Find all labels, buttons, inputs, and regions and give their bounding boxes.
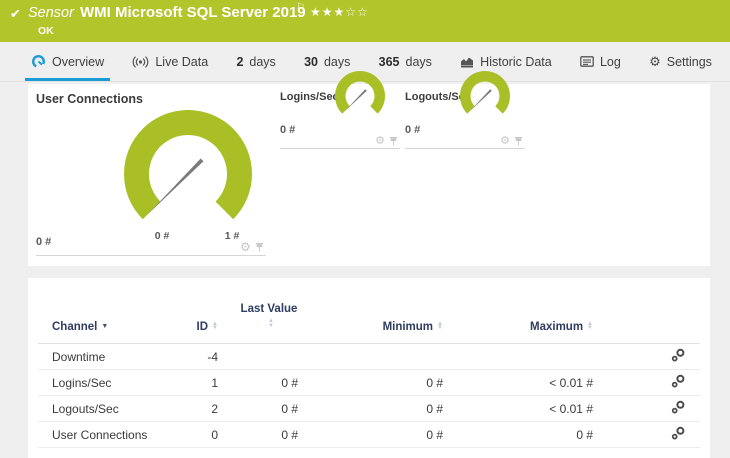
chart-icon bbox=[460, 56, 474, 68]
last-cell bbox=[218, 344, 298, 370]
min-cell: 0 # bbox=[426, 427, 443, 442]
status-ok-check-icon: ✔ bbox=[10, 6, 21, 21]
logins-gauge bbox=[335, 71, 385, 114]
logins-gauge-title: Logins/Sec bbox=[280, 91, 339, 103]
last-cell: 0 # bbox=[281, 375, 298, 390]
tab-label: days bbox=[249, 54, 276, 69]
tab-label: Overview bbox=[52, 54, 105, 69]
channel-cell: Logouts/Sec bbox=[52, 401, 119, 416]
channels-panel: Channel ▼ ID ▲ ▼ Last Value ▲ ▼ Minimum ▲ ▼ Max… bbox=[28, 278, 710, 458]
tab-number: 2 bbox=[236, 54, 244, 69]
main-gauge-value: 0 # bbox=[36, 236, 52, 248]
column-header-last-value[interactable]: Last Value ▲ ▼ bbox=[218, 278, 298, 344]
channel-settings-icon[interactable] bbox=[671, 348, 686, 366]
main-gauge-title: User Connections bbox=[36, 92, 143, 106]
gauge-divider bbox=[280, 148, 400, 149]
gauge-gear-icon[interactable]: ⚙ bbox=[240, 241, 251, 253]
stars-empty[interactable]: ☆☆ bbox=[345, 5, 369, 19]
tab-number: 30 bbox=[304, 54, 318, 69]
tab-live-data[interactable]: Live Data bbox=[126, 42, 214, 81]
gauge-icon bbox=[31, 54, 46, 69]
min-cell bbox=[298, 344, 443, 370]
tab-label: days bbox=[323, 54, 351, 69]
sort-icon: ▲ ▼ bbox=[212, 320, 218, 332]
logouts-gauge-block: Logouts/Sec 0 # ⚙ bbox=[405, 71, 525, 266]
sort-icon: ▲ ▼ bbox=[437, 320, 443, 332]
min-cell: 0 # bbox=[426, 401, 443, 416]
channel-cell: Logins/Sec bbox=[52, 375, 112, 390]
id-cell: 0 bbox=[211, 427, 218, 442]
tab-settings[interactable]: ⚙ Settings bbox=[643, 42, 718, 81]
last-cell: 0 # bbox=[281, 401, 298, 416]
tab-number: 365 bbox=[378, 54, 400, 69]
channel-settings-icon[interactable] bbox=[671, 374, 686, 392]
settings-gear-icon: ⚙ bbox=[649, 54, 661, 69]
channel-settings-icon[interactable] bbox=[671, 400, 686, 418]
gauge-pin-icon[interactable] bbox=[255, 242, 264, 253]
column-header-settings bbox=[593, 278, 700, 344]
tab-log[interactable]: Log bbox=[574, 42, 627, 81]
sort-icon: ▲ ▼ bbox=[587, 320, 593, 332]
gauge-gear-icon[interactable]: ⚙ bbox=[500, 136, 510, 147]
min-cell: 0 # bbox=[426, 375, 443, 390]
sensor-status-header: ✔ Sensor WMI Microsoft SQL Server 2019 ⚐… bbox=[0, 0, 730, 42]
tab-label: Log bbox=[599, 54, 621, 69]
flag-icon[interactable]: ⚐ bbox=[296, 2, 305, 13]
sensor-status-text: OK bbox=[38, 25, 54, 37]
table-row[interactable]: Logouts/Sec 2 0 # 0 # < 0.01 # bbox=[38, 396, 700, 422]
gauge-needle bbox=[344, 89, 367, 112]
tab-overview[interactable]: Overview bbox=[25, 42, 111, 81]
column-header-maximum[interactable]: Maximum ▲ ▼ bbox=[443, 278, 593, 344]
logouts-gauge-value: 0 # bbox=[405, 124, 421, 136]
channel-cell: User Connections bbox=[52, 427, 148, 442]
column-header-id[interactable]: ID ▲ ▼ bbox=[178, 278, 218, 344]
channel-settings-icon[interactable] bbox=[671, 426, 686, 444]
max-cell: < 0.01 # bbox=[549, 375, 593, 390]
sort-icon: ▲ ▼ bbox=[268, 318, 274, 329]
logouts-gauge bbox=[460, 71, 510, 114]
sensor-title: WMI Microsoft SQL Server 2019 bbox=[80, 4, 306, 21]
channel-cell: Downtime bbox=[52, 349, 106, 364]
sensor-kind-label: Sensor bbox=[28, 5, 74, 21]
channel-table: Channel ▼ ID ▲ ▼ Last Value ▲ ▼ Minimum ▲ ▼ Max… bbox=[38, 278, 700, 448]
sort-desc-icon: ▼ bbox=[101, 323, 109, 331]
logins-gauge-block: Logins/Sec 0 # ⚙ bbox=[280, 71, 400, 266]
user-connections-gauge bbox=[124, 110, 252, 220]
id-cell: 1 bbox=[211, 375, 218, 390]
id-cell: 2 bbox=[211, 401, 218, 416]
stars-filled[interactable]: ★★★ bbox=[310, 5, 345, 19]
max-cell: 0 # bbox=[576, 427, 593, 442]
log-icon bbox=[580, 56, 594, 67]
channel-table-body: Downtime -4 Logins/Sec 1 0 #0 # < 0.01 # Logou… bbox=[38, 344, 700, 448]
column-header-channel[interactable]: Channel ▼ bbox=[38, 278, 178, 344]
tab-label: days bbox=[405, 54, 432, 69]
main-gauge-divider bbox=[36, 255, 266, 256]
table-row[interactable]: User Connections 0 0 # 0 # 0 # bbox=[38, 422, 700, 448]
gauge-divider bbox=[405, 148, 525, 149]
gauges-panel: User Connections 0 # 1 # 0 # ⚙ Logins/Se… bbox=[28, 71, 710, 266]
gauge-gear-icon[interactable]: ⚙ bbox=[375, 136, 385, 147]
gauge-needle bbox=[147, 158, 204, 215]
gauge-needle bbox=[469, 89, 492, 112]
max-cell: < 0.01 # bbox=[549, 401, 593, 416]
column-header-minimum[interactable]: Minimum ▲ ▼ bbox=[298, 278, 443, 344]
gauge-pin-icon[interactable] bbox=[514, 136, 523, 147]
tab-2-days[interactable]: 2 days bbox=[230, 42, 281, 81]
id-cell: -4 bbox=[207, 349, 218, 364]
tab-label: Historic Data bbox=[480, 54, 552, 69]
tab-label: Settings bbox=[666, 54, 712, 69]
main-gauge-scale-min: 0 # bbox=[154, 230, 170, 242]
logins-gauge-value: 0 # bbox=[280, 124, 296, 136]
max-cell bbox=[443, 344, 593, 370]
gauge-pin-icon[interactable] bbox=[389, 136, 398, 147]
tab-label: Live Data bbox=[155, 54, 209, 69]
table-row[interactable]: Downtime -4 bbox=[38, 344, 700, 370]
priority-stars[interactable]: ★★★☆☆ bbox=[310, 5, 369, 19]
broadcast-icon bbox=[132, 55, 149, 68]
last-cell: 0 # bbox=[281, 427, 298, 442]
table-row[interactable]: Logins/Sec 1 0 # 0 # < 0.01 # bbox=[38, 370, 700, 396]
